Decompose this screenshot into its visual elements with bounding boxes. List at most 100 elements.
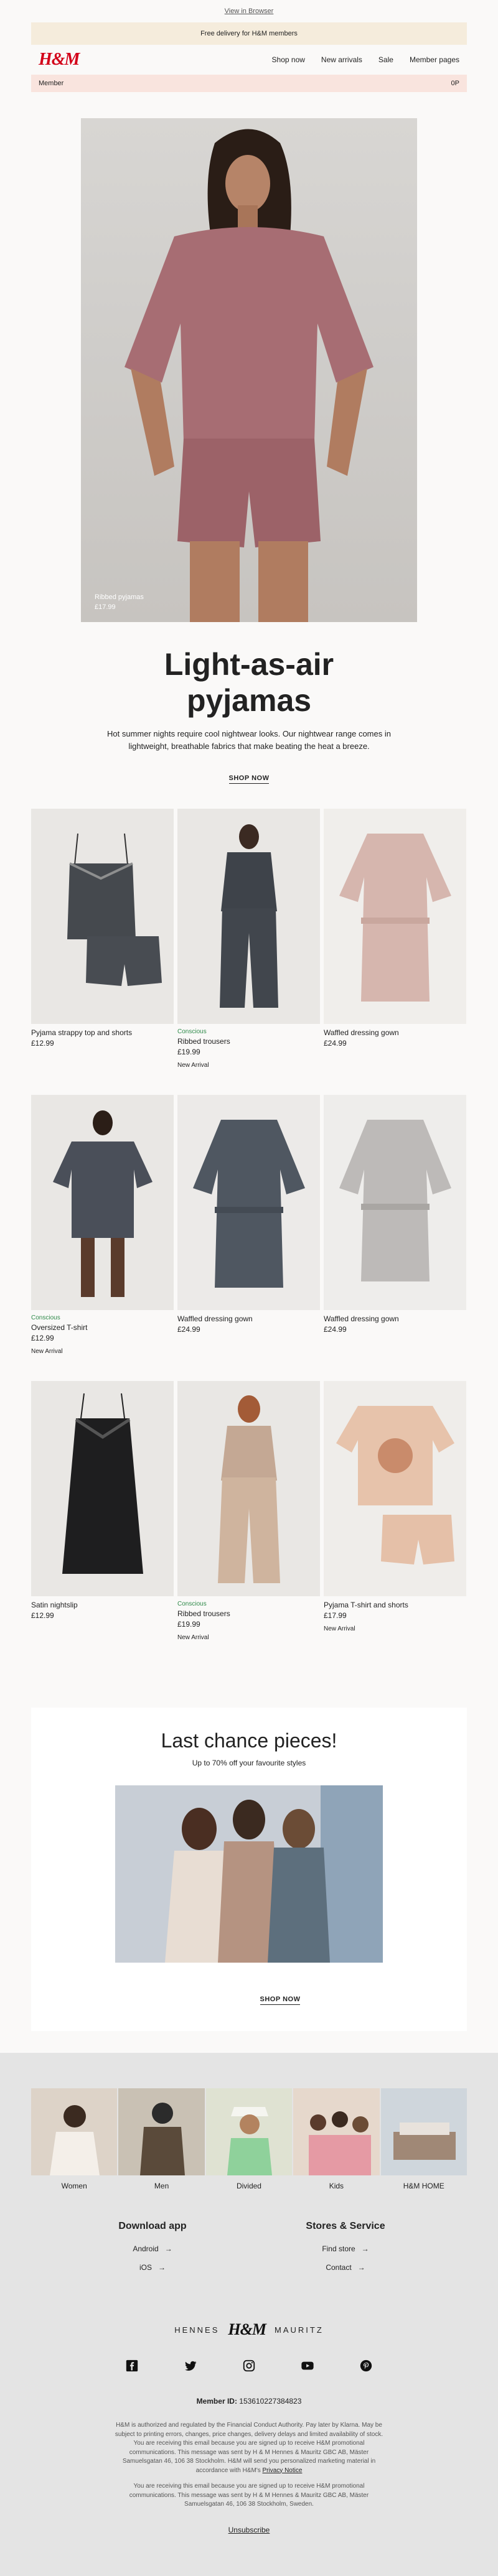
brand-left: HENNES	[174, 2325, 220, 2335]
product-image[interactable]	[324, 1095, 466, 1310]
product-image[interactable]	[177, 1381, 320, 1596]
last-chance-shop-now-button[interactable]: SHOP NOW	[260, 1996, 301, 2005]
ios-link[interactable]: iOS →	[75, 2263, 230, 2272]
product-price: £12.99	[31, 1038, 54, 1048]
product-card[interactable]: Waffled dressing gown £24.99	[324, 809, 466, 1070]
product-info: Waffled dressing gown £24.99	[177, 1310, 320, 1335]
nav-member-pages[interactable]: Member pages	[410, 55, 459, 64]
product-info: Waffled dressing gown £24.99	[324, 1310, 466, 1335]
product-card[interactable]: Conscious Oversized T-shirt £12.99 New A…	[31, 1095, 174, 1356]
nav-sale[interactable]: Sale	[378, 55, 393, 64]
product-image[interactable]	[324, 809, 466, 1024]
facebook-icon[interactable]	[125, 2359, 139, 2373]
category-men[interactable]: Men	[118, 2088, 205, 2190]
email-page: View in Browser Free delivery for H&M me…	[0, 0, 498, 2576]
category-label[interactable]: Kids	[293, 2182, 379, 2190]
category-label[interactable]: H&M HOME	[381, 2182, 467, 2190]
product-info: Conscious Ribbed trousers £19.99 New Arr…	[177, 1596, 320, 1642]
category-label[interactable]: Women	[31, 2182, 117, 2190]
product-name[interactable]: Satin nightslip	[31, 1600, 174, 1611]
brand-right: MAURITZ	[274, 2325, 324, 2335]
legal-text: H&M is authorized and regulated by the F…	[112, 2421, 386, 2475]
category-image[interactable]	[380, 2088, 467, 2175]
pinterest-icon[interactable]	[359, 2359, 373, 2373]
footer-columns: Download app Android → iOS → Stores & Serv…	[75, 2221, 423, 2282]
member-label: Member	[39, 80, 64, 87]
arrow-right-icon: →	[158, 2263, 166, 2272]
unsubscribe-link[interactable]: Unsubscribe	[0, 2526, 498, 2534]
category-women[interactable]: Women	[31, 2088, 118, 2190]
product-card[interactable]: Pyjama strappy top and shorts £12.99	[31, 809, 174, 1070]
product-price: £19.99	[177, 1047, 200, 1056]
member-id-value: 153610227384823	[239, 2397, 302, 2406]
category-image[interactable]	[293, 2088, 380, 2175]
new-arrival-badge: New Arrival	[324, 1625, 355, 1632]
product-card[interactable]: Pyjama T-shirt and shorts £17.99 New Arr…	[324, 1381, 466, 1642]
find-store-link[interactable]: Find store →	[268, 2244, 423, 2253]
twitter-icon[interactable]	[184, 2359, 197, 2373]
ribbed-trousers-beige-illustration	[218, 1395, 280, 1583]
product-info: Waffled dressing gown £24.99	[324, 1024, 466, 1049]
find-store-label: Find store	[322, 2244, 355, 2253]
product-card[interactable]: Satin nightslip £12.99	[31, 1381, 174, 1642]
last-chance-image[interactable]	[115, 1785, 383, 1963]
hero-model-illustration	[125, 129, 374, 622]
dressing-gown-pink-illustration	[339, 834, 451, 1002]
category-label[interactable]: Men	[118, 2182, 204, 2190]
privacy-notice-link[interactable]: Privacy Notice	[263, 2467, 303, 2474]
product-price: £24.99	[177, 1324, 200, 1334]
product-card[interactable]: Conscious Ribbed trousers £19.99 New Arr…	[177, 809, 320, 1070]
contact-link[interactable]: Contact →	[268, 2263, 423, 2272]
product-card[interactable]: Conscious Ribbed trousers £19.99 New Arr…	[177, 1381, 320, 1642]
nav-new-arrivals[interactable]: New arrivals	[321, 55, 362, 64]
product-price: £19.99	[177, 1619, 200, 1629]
category-divided[interactable]: Divided	[205, 2088, 293, 2190]
product-row-3: Satin nightslip £12.99 Conscious Ribbed …	[31, 1381, 467, 1642]
product-image[interactable]	[31, 809, 174, 1024]
header: H&M Shop now New arrivals Sale Member pa…	[31, 45, 467, 75]
product-name[interactable]: Ribbed trousers	[177, 1609, 320, 1619]
product-info: Pyjama T-shirt and shorts £17.99 New Arr…	[324, 1596, 466, 1634]
android-link[interactable]: Android →	[75, 2244, 230, 2253]
product-price: £17.99	[324, 1611, 347, 1620]
category-image[interactable]	[205, 2088, 293, 2175]
product-image[interactable]	[31, 1095, 174, 1310]
pyjama-tshirt-shorts-illustration	[336, 1406, 454, 1565]
product-name[interactable]: Waffled dressing gown	[177, 1314, 320, 1324]
product-card[interactable]: Waffled dressing gown £24.99	[177, 1095, 320, 1356]
category-kids[interactable]: Kids	[293, 2088, 380, 2190]
product-image[interactable]	[324, 1381, 466, 1596]
product-image[interactable]	[177, 1095, 320, 1310]
product-name[interactable]: Waffled dressing gown	[324, 1314, 466, 1324]
brand-wordmark[interactable]: HENNES H&M MAURITZ	[0, 2320, 498, 2339]
product-card[interactable]: Waffled dressing gown £24.99	[324, 1095, 466, 1356]
view-in-browser-row: View in Browser	[0, 0, 498, 22]
product-name[interactable]: Oversized T-shirt	[31, 1323, 174, 1333]
category-image[interactable]	[118, 2088, 205, 2175]
promo-banner[interactable]: Free delivery for H&M members	[31, 22, 467, 45]
product-image[interactable]	[177, 809, 320, 1024]
member-bar[interactable]: Member 0P	[31, 75, 467, 92]
category-image[interactable]	[31, 2088, 118, 2175]
hero-shop-now-button[interactable]: SHOP NOW	[228, 774, 270, 784]
nav-shop-now[interactable]: Shop now	[272, 55, 305, 64]
new-arrival-badge: New Arrival	[177, 1634, 209, 1641]
product-image[interactable]	[31, 1381, 174, 1596]
last-chance-title: Last chance pieces!	[161, 1729, 337, 1752]
hm-logo[interactable]: H&M	[39, 50, 80, 70]
product-name[interactable]: Waffled dressing gown	[324, 1028, 466, 1038]
product-name[interactable]: Pyjama strappy top and shorts	[31, 1028, 174, 1038]
product-name[interactable]: Pyjama T-shirt and shorts	[324, 1600, 466, 1611]
arrow-right-icon: →	[164, 2244, 172, 2253]
product-row-1: Pyjama strappy top and shorts £12.99 Con…	[31, 809, 467, 1070]
download-app-column: Download app Android → iOS →	[75, 2221, 230, 2282]
view-in-browser-link[interactable]: View in Browser	[225, 7, 274, 15]
instagram-icon[interactable]	[242, 2359, 256, 2373]
dressing-gown-grey-illustration	[339, 1120, 451, 1281]
youtube-icon[interactable]	[301, 2359, 314, 2373]
hero-image[interactable]: Ribbed pyjamas £17.99	[81, 118, 417, 622]
product-name[interactable]: Ribbed trousers	[177, 1036, 320, 1047]
category-hm-home[interactable]: H&M HOME	[380, 2088, 467, 2190]
category-label[interactable]: Divided	[206, 2182, 292, 2190]
ios-link-label: iOS	[139, 2263, 152, 2272]
